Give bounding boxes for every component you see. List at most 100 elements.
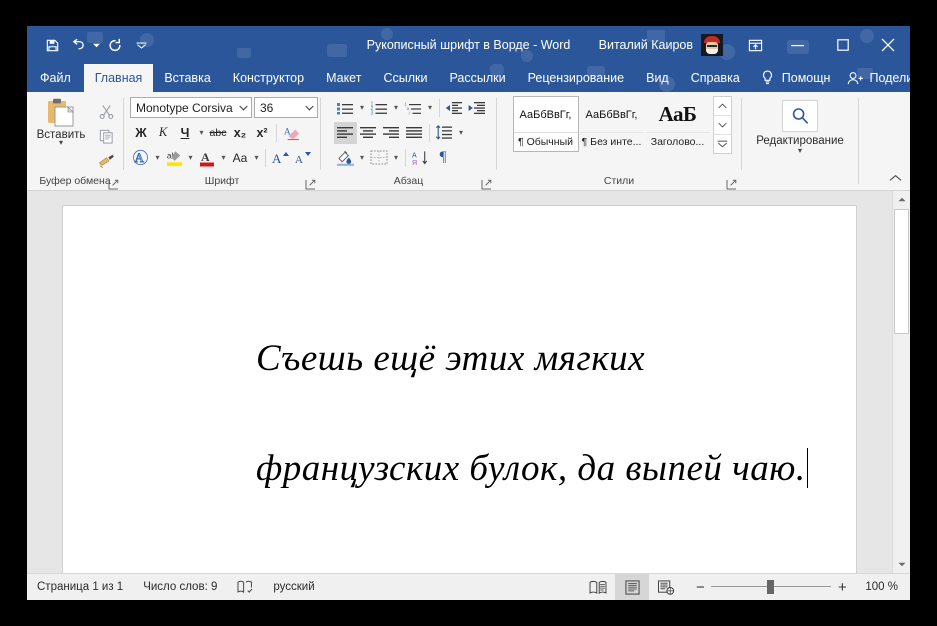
zoom-slider[interactable]: [711, 579, 832, 595]
undo-dropdown-caret-icon[interactable]: [91, 32, 102, 58]
borders-button[interactable]: [368, 147, 391, 169]
scroll-up-icon[interactable]: [893, 191, 910, 208]
maximize-icon[interactable]: [820, 26, 865, 64]
bullets-dropdown-caret-icon[interactable]: ▾: [357, 97, 368, 119]
styles-scroll-down-icon[interactable]: [713, 116, 731, 135]
zoom-out-button[interactable]: −: [689, 576, 711, 598]
paragraph-dialog-launcher-icon[interactable]: [481, 177, 492, 190]
document-page[interactable]: Съешь ещё этих мягких французских булок,…: [62, 205, 857, 573]
tab-review[interactable]: Рецензирование: [517, 64, 636, 92]
numbering-button[interactable]: 123: [368, 97, 391, 119]
styles-scroll-up-icon[interactable]: [713, 97, 731, 116]
close-icon[interactable]: [865, 26, 910, 64]
font-name-combo[interactable]: Monotype Corsiva: [130, 97, 252, 118]
paste-button[interactable]: Вставить ▾: [33, 96, 89, 172]
web-layout-button[interactable]: [649, 574, 683, 600]
subscript-button[interactable]: x₂: [229, 122, 251, 144]
text-highlight-button[interactable]: ab: [163, 147, 185, 169]
avatar[interactable]: [701, 34, 723, 56]
shading-button[interactable]: [334, 147, 357, 169]
zoom-slider-thumb[interactable]: [767, 580, 775, 594]
line-spacing-dropdown-caret-icon[interactable]: ▾: [456, 122, 467, 144]
align-justify-button[interactable]: [403, 122, 426, 144]
decrease-indent-button[interactable]: [443, 97, 466, 119]
scroll-down-icon[interactable]: [893, 556, 910, 573]
text-effects-dropdown-caret-icon[interactable]: ▾: [152, 147, 163, 169]
align-right-button[interactable]: [380, 122, 403, 144]
tab-view[interactable]: Вид: [635, 64, 680, 92]
document-text[interactable]: Съешь ещё этих мягких французских булок,…: [178, 276, 818, 551]
status-page-number[interactable]: Страница 1 из 1: [27, 574, 133, 600]
grow-font-button[interactable]: A: [269, 147, 291, 169]
tab-tell-me[interactable]: Помощн: [780, 64, 842, 92]
increase-indent-button[interactable]: [466, 97, 489, 119]
lightbulb-icon[interactable]: [751, 64, 780, 92]
underline-dropdown-caret-icon[interactable]: ▾: [196, 122, 207, 144]
clipboard-dialog-launcher-icon[interactable]: [108, 177, 119, 190]
format-painter-icon[interactable]: [94, 150, 118, 172]
styles-more-icon[interactable]: [714, 135, 731, 153]
styles-gallery-scroll[interactable]: [712, 96, 732, 154]
read-mode-button[interactable]: [581, 574, 615, 600]
font-name-chevron-down-icon[interactable]: [235, 105, 251, 111]
numbering-dropdown-caret-icon[interactable]: ▾: [391, 97, 402, 119]
proofing-errors-icon[interactable]: [227, 574, 263, 600]
bullets-button[interactable]: [334, 97, 357, 119]
strikethrough-button[interactable]: abc: [207, 122, 229, 144]
line-spacing-button[interactable]: [433, 122, 456, 144]
tab-layout[interactable]: Макет: [315, 64, 372, 92]
vertical-scrollbar[interactable]: [892, 191, 910, 573]
editing-dropdown-caret-icon[interactable]: ▾: [798, 147, 802, 155]
tab-home[interactable]: Главная: [83, 64, 154, 92]
collapse-ribbon-icon[interactable]: [886, 170, 904, 186]
zoom-level[interactable]: 100 %: [859, 581, 910, 593]
copy-icon[interactable]: [94, 125, 118, 147]
tab-share[interactable]: Поделиться: [841, 64, 910, 92]
change-case-button[interactable]: Aa: [229, 147, 251, 169]
font-size-chevron-down-icon[interactable]: [301, 105, 317, 111]
superscript-button[interactable]: x²: [251, 122, 273, 144]
magnifier-icon[interactable]: [781, 100, 818, 132]
paste-dropdown-caret-icon[interactable]: ▾: [59, 139, 63, 147]
editing-button[interactable]: Редактирование ▾: [756, 96, 844, 155]
status-word-count[interactable]: Число слов: 9: [133, 574, 227, 600]
shading-dropdown-caret-icon[interactable]: ▾: [357, 147, 368, 169]
style-normal[interactable]: АаБбВвГг, ¶ Обычный: [512, 96, 579, 152]
save-icon[interactable]: [39, 32, 65, 58]
styles-dialog-launcher-icon[interactable]: [726, 177, 737, 190]
align-center-button[interactable]: [357, 122, 380, 144]
text-effects-button[interactable]: A: [130, 147, 152, 169]
zoom-in-button[interactable]: +: [831, 576, 853, 598]
tab-file[interactable]: Файл: [27, 64, 84, 92]
tab-help[interactable]: Справка: [680, 64, 751, 92]
sort-button[interactable]: A Я: [409, 147, 432, 169]
bold-button[interactable]: Ж: [130, 122, 152, 144]
change-case-dropdown-caret-icon[interactable]: ▾: [251, 147, 262, 169]
font-size-combo[interactable]: 36: [254, 97, 318, 118]
status-language[interactable]: русский: [263, 574, 324, 600]
font-dialog-launcher-icon[interactable]: [305, 177, 316, 190]
scrollbar-thumb[interactable]: [894, 209, 909, 334]
show-formatting-marks-button[interactable]: ¶: [432, 147, 455, 169]
redo-icon[interactable]: [102, 32, 128, 58]
multilevel-list-button[interactable]: 1ai: [402, 97, 425, 119]
tab-mailings[interactable]: Рассылки: [438, 64, 516, 92]
style-heading[interactable]: АаБ Заголово...: [645, 96, 711, 152]
underline-button[interactable]: Ч: [174, 122, 196, 144]
text-highlight-dropdown-caret-icon[interactable]: ▾: [185, 147, 196, 169]
tab-insert[interactable]: Вставка: [153, 64, 221, 92]
font-color-dropdown-caret-icon[interactable]: ▾: [218, 147, 229, 169]
cut-icon[interactable]: [94, 100, 118, 122]
shrink-font-button[interactable]: A: [291, 147, 313, 169]
tab-references[interactable]: Ссылки: [372, 64, 438, 92]
customize-qat-icon[interactable]: [136, 32, 147, 58]
undo-icon[interactable]: [65, 32, 91, 58]
clear-formatting-button[interactable]: A: [280, 122, 302, 144]
tab-design[interactable]: Конструктор: [222, 64, 315, 92]
borders-dropdown-caret-icon[interactable]: ▾: [391, 147, 402, 169]
align-left-button[interactable]: [333, 121, 357, 144]
multilevel-list-dropdown-caret-icon[interactable]: ▾: [425, 97, 436, 119]
italic-button[interactable]: К: [152, 122, 174, 144]
font-color-button[interactable]: A: [196, 147, 218, 169]
ribbon-display-options-icon[interactable]: [735, 26, 775, 64]
